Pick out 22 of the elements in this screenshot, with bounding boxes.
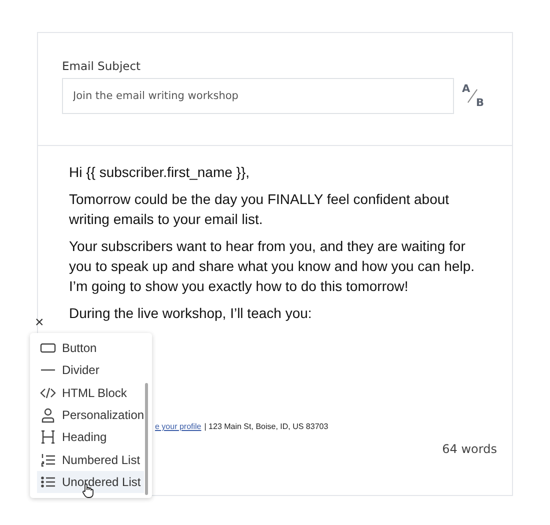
numbered-list-icon: [40, 452, 56, 468]
footer-address: | 123 Main St, Boise, ID, US 83703: [204, 422, 328, 431]
menu-item[interactable]: Button: [37, 337, 144, 360]
close-button[interactable]: ×: [35, 314, 44, 331]
menu-item[interactable]: Numbered List: [37, 448, 144, 471]
list-icon: [40, 474, 56, 490]
heading-icon: [40, 429, 56, 446]
menu-item[interactable]: Divider: [37, 359, 144, 382]
body-paragraph: Hi {{ subscriber.first_name }},: [69, 163, 251, 182]
line-icon: [40, 369, 56, 372]
word-count: 64 words: [442, 442, 497, 456]
field-label: Email Subject: [62, 59, 142, 73]
body-paragraph: During the live workshop, I’ll teach you:: [69, 304, 313, 323]
body-paragraph: Your subscribers want to hear from you, and they are waiting for you to speak up and share what you know and how you can help. I’m going to show you exactly how to do this tomorrow!: [69, 237, 476, 296]
ab-test-button[interactable]: A B: [462, 83, 484, 109]
menu-item[interactable]: Personalization: [37, 404, 144, 426]
menu-item[interactable]: HTML Block: [37, 382, 144, 404]
scrollbar[interactable]: [145, 383, 148, 495]
profile-link[interactable]: e your profile: [155, 422, 202, 431]
menu-item[interactable]: Heading: [37, 426, 144, 448]
person-icon: [40, 407, 56, 424]
body-paragraph: Tomorrow could be the day you FINALLY feel confident about writing emails to your email list.: [69, 190, 450, 229]
